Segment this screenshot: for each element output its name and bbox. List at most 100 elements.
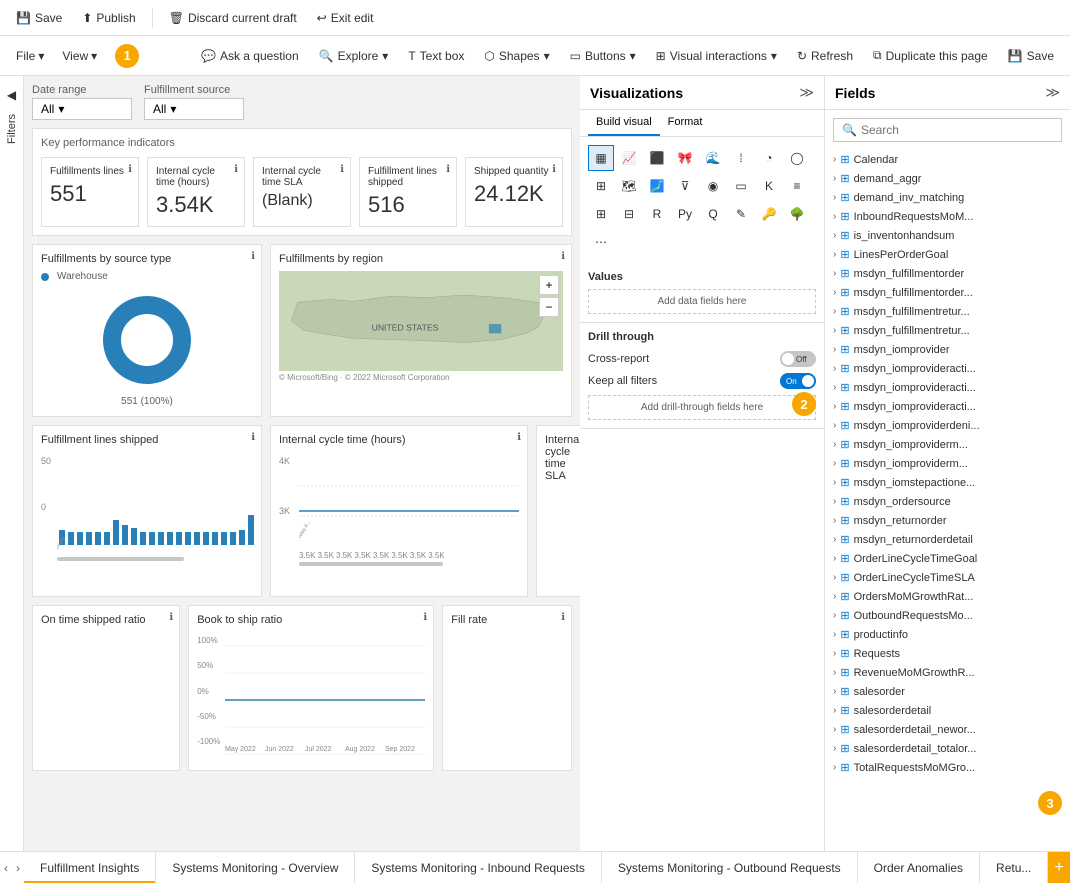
- field-item-msdyn-iomproviderm2[interactable]: › ⊞ msdyn_iomproviderm...: [825, 454, 1070, 473]
- field-item-salesorderdetail-newor[interactable]: › ⊞ salesorderdetail_newor...: [825, 720, 1070, 739]
- field-item-msdyn-iomstepactione[interactable]: › ⊞ msdyn_iomstepactione...: [825, 473, 1070, 492]
- shapes-button[interactable]: ⬡ Shapes ▾: [476, 45, 557, 67]
- on-time-shipped-card[interactable]: On time shipped ratio ℹ: [32, 605, 180, 771]
- ask-question-button[interactable]: 💬 Ask a question: [193, 45, 307, 67]
- field-item-lines-per-order[interactable]: › ⊞ LinesPerOrderGoal: [825, 245, 1070, 264]
- pie-chart-icon[interactable]: ◔: [756, 145, 782, 171]
- field-item-msdyn-iomproviderdeni[interactable]: › ⊞ msdyn_iomproviderdeni...: [825, 416, 1070, 435]
- donut-chart-icon[interactable]: ◯: [784, 145, 810, 171]
- fill-rate-info-icon[interactable]: ℹ: [561, 612, 565, 623]
- add-drillthrough-fields-box[interactable]: Add drill-through fields here: [588, 395, 816, 420]
- kpi-info-icon-4[interactable]: ℹ: [552, 164, 556, 175]
- on-time-shipped-info-icon[interactable]: ℹ: [169, 612, 173, 623]
- tab-nav-right[interactable]: ›: [12, 852, 24, 883]
- cross-report-toggle[interactable]: Off: [780, 351, 816, 367]
- kpi-card-cycle-time-sla[interactable]: Internal cycle time SLA (Blank) ℹ: [253, 157, 351, 227]
- field-item-inbound-requests[interactable]: › ⊞ InboundRequestsMoM...: [825, 207, 1070, 226]
- r-visual-icon[interactable]: R: [644, 201, 670, 227]
- field-item-msdyn-iomprovideracti3[interactable]: › ⊞ msdyn_iomprovideracti...: [825, 397, 1070, 416]
- tab-systems-monitoring-inbound[interactable]: Systems Monitoring - Inbound Requests: [355, 852, 601, 883]
- field-item-msdyn-returnorder[interactable]: › ⊞ msdyn_returnorder: [825, 511, 1070, 530]
- field-item-salesorderdetail[interactable]: › ⊞ salesorderdetail: [825, 701, 1070, 720]
- field-item-salesorder[interactable]: › ⊞ salesorder: [825, 682, 1070, 701]
- map-icon[interactable]: 🗺: [616, 173, 642, 199]
- smart-narrative-icon[interactable]: ✎: [728, 201, 754, 227]
- field-item-msdyn-iomproviderm1[interactable]: › ⊞ msdyn_iomproviderm...: [825, 435, 1070, 454]
- gauge-icon[interactable]: ◉: [700, 173, 726, 199]
- field-item-orderlinecycletimesla[interactable]: › ⊞ OrderLineCycleTimeSLA: [825, 568, 1070, 587]
- kpi-info-icon-0[interactable]: ℹ: [128, 164, 132, 175]
- tab-fulfillment-insights[interactable]: Fulfillment Insights: [24, 852, 156, 883]
- explore-button[interactable]: 🔍 Explore ▾: [311, 45, 397, 67]
- waterfall-chart-icon[interactable]: 🌊: [700, 145, 726, 171]
- date-range-select[interactable]: All ▾: [32, 98, 132, 120]
- field-item-msdyn-fulfillmentorder2[interactable]: › ⊞ msdyn_fulfillmentorder...: [825, 283, 1070, 302]
- py-visual-icon[interactable]: Py: [672, 201, 698, 227]
- treemap-icon[interactable]: ⊞: [588, 173, 614, 199]
- field-item-outboundrequestsmo[interactable]: › ⊞ OutboundRequestsMo...: [825, 606, 1070, 625]
- view-menu-button[interactable]: View ▾: [54, 45, 105, 67]
- refresh-button[interactable]: ↻ Refresh: [789, 45, 861, 67]
- keep-all-filters-toggle[interactable]: On: [780, 373, 816, 389]
- visual-interactions-button[interactable]: ⊞ Visual interactions ▾: [648, 45, 785, 67]
- bar-chart-icon[interactable]: ▦: [588, 145, 614, 171]
- area-chart-icon[interactable]: ⬛: [644, 145, 670, 171]
- line-chart-icon[interactable]: 📈: [616, 145, 642, 171]
- field-item-demand-aggr[interactable]: › ⊞ demand_aggr: [825, 169, 1070, 188]
- funnel-icon[interactable]: ⊽: [672, 173, 698, 199]
- field-item-salesorderdetail-totalor[interactable]: › ⊞ salesorderdetail_totalor...: [825, 739, 1070, 758]
- key-influencer-icon[interactable]: 🔑: [756, 201, 782, 227]
- filled-map-icon[interactable]: 🗾: [644, 173, 670, 199]
- tab-add-button[interactable]: +: [1048, 852, 1070, 883]
- tab-retu[interactable]: Retu...: [980, 852, 1048, 883]
- kpi-card-cycle-time[interactable]: Internal cycle time (hours) 3.54K ℹ: [147, 157, 245, 227]
- secondary-save-button[interactable]: 💾 Save: [1000, 45, 1062, 67]
- map-zoom-out-button[interactable]: −: [539, 297, 559, 317]
- field-item-msdyn-fulfillmentretur1[interactable]: › ⊞ msdyn_fulfillmentretur...: [825, 302, 1070, 321]
- filters-label[interactable]: Filters: [6, 114, 18, 144]
- decomp-tree-icon[interactable]: 🌳: [784, 201, 810, 227]
- publish-button[interactable]: ⬆ Publish: [74, 7, 143, 29]
- field-item-revenuemomgrowth[interactable]: › ⊞ RevenueMoMGrowthR...: [825, 663, 1070, 682]
- tab-nav-left[interactable]: ‹: [0, 852, 12, 883]
- book-to-ship-info-icon[interactable]: ℹ: [423, 612, 427, 623]
- slicer-icon[interactable]: ≡: [784, 173, 810, 199]
- field-item-requests[interactable]: › ⊞ Requests: [825, 644, 1070, 663]
- internal-cycle-time-card[interactable]: Internal cycle time (hours) ℹ 4K 3K Frid…: [270, 425, 528, 597]
- more-visuals-icon[interactable]: ⋯: [588, 229, 614, 255]
- file-menu-button[interactable]: File ▾: [8, 45, 52, 67]
- kpi-icon[interactable]: K: [756, 173, 782, 199]
- fields-panel-expand-button[interactable]: ≫: [1045, 84, 1060, 101]
- kpi-card-lines-shipped[interactable]: Fulfillment lines shipped 516 ℹ: [359, 157, 457, 227]
- field-item-orderlinecycletimegoal[interactable]: › ⊞ OrderLineCycleTimeGoal: [825, 549, 1070, 568]
- internal-cycle-time-sla-card[interactable]: Internal cycle time SLA ℹ: [536, 425, 580, 597]
- save-button[interactable]: 💾 Save: [8, 7, 70, 29]
- field-item-msdyn-returnorderdetail[interactable]: › ⊞ msdyn_returnorderdetail: [825, 530, 1070, 549]
- fulfillment-lines-shipped-info-icon[interactable]: ℹ: [251, 432, 255, 443]
- tab-systems-monitoring-outbound[interactable]: Systems Monitoring - Outbound Requests: [602, 852, 858, 883]
- fill-rate-card[interactable]: Fill rate ℹ: [442, 605, 572, 771]
- fulfillments-by-region-card[interactable]: Fulfillments by region ℹ UNITED STATES +…: [270, 244, 572, 417]
- fulfillment-source-select[interactable]: All ▾: [144, 98, 244, 120]
- scatter-chart-icon[interactable]: ⁞: [728, 145, 754, 171]
- qna-icon[interactable]: Q: [700, 201, 726, 227]
- fulfillments-by-source-card[interactable]: Fulfillments by source type ℹ Warehouse …: [32, 244, 262, 417]
- ribbon-chart-icon[interactable]: 🎀: [672, 145, 698, 171]
- fields-search-input[interactable]: [861, 123, 1053, 137]
- field-item-productinfo[interactable]: › ⊞ productinfo: [825, 625, 1070, 644]
- buttons-button[interactable]: ▭ Buttons ▾: [562, 45, 644, 67]
- fulfillments-by-region-info-icon[interactable]: ℹ: [561, 251, 565, 262]
- viz-panel-expand-button[interactable]: ≫: [799, 84, 814, 101]
- fulfillments-by-source-info-icon[interactable]: ℹ: [251, 251, 255, 262]
- kpi-info-icon-2[interactable]: ℹ: [340, 164, 344, 175]
- field-item-ordersmomgrowthrat[interactable]: › ⊞ OrdersMoMGrowthRat...: [825, 587, 1070, 606]
- kpi-info-icon-1[interactable]: ℹ: [234, 164, 238, 175]
- table-icon[interactable]: ⊞: [588, 201, 614, 227]
- card-icon[interactable]: ▭: [728, 173, 754, 199]
- map-zoom-in-button[interactable]: +: [539, 275, 559, 295]
- exit-edit-button[interactable]: ↩ Exit edit: [309, 7, 382, 29]
- kpi-info-icon-3[interactable]: ℹ: [446, 164, 450, 175]
- field-item-is-inventonhandsum[interactable]: › ⊞ is_inventonhandsum: [825, 226, 1070, 245]
- field-item-calendar[interactable]: › ⊞ Calendar: [825, 150, 1070, 169]
- book-to-ship-card[interactable]: Book to ship ratio ℹ 100% 50% 0% -50% -1…: [188, 605, 434, 771]
